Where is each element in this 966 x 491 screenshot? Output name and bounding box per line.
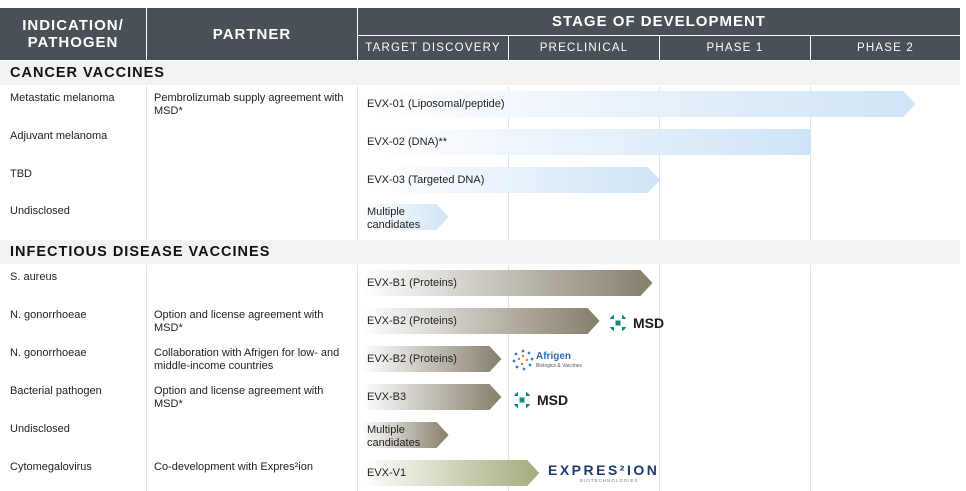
afrigen-logo-subtext: Biologics & Vaccines: [536, 363, 583, 369]
candidate-label: Multiple candidates: [367, 206, 421, 231]
expres2ion-logo-subtext: BIOTECHNOLOGIES: [580, 478, 639, 483]
expres2ion-logo-text: EXPRES²ION: [548, 462, 660, 478]
indication-cell: Undisclosed: [10, 423, 70, 435]
candidate-label: Multiple candidates: [367, 424, 421, 449]
indication-cell: S. aureus: [10, 271, 58, 283]
indication-cell: Bacterial pathogen: [10, 385, 102, 397]
indication-cell: Metastatic melanoma: [10, 92, 115, 104]
msd-logo: MSD: [512, 388, 572, 412]
indication-cell: N. gonorrhoeae: [10, 347, 87, 359]
afrigen-logo: Afrigen Biologics & Vaccines: [511, 348, 583, 374]
partner-cell: Collaboration with Afrigen for low- and …: [154, 347, 340, 372]
partner-cell: Option and license agreement with MSD*: [154, 385, 324, 410]
indication-cell: N. gonorrhoeae: [10, 309, 87, 321]
indication-cell: Cytomegalovirus: [10, 461, 92, 473]
candidate-label: EVX-02 (DNA)**: [367, 136, 448, 148]
afrigen-icon: [512, 349, 534, 371]
candidate-label: EVX-V1: [367, 467, 407, 479]
candidate-label: EVX-B1 (Proteins): [367, 277, 457, 289]
candidate-label: EVX-B3: [367, 391, 407, 403]
expres2ion-logo: EXPRES²ION BIOTECHNOLOGIES: [548, 462, 658, 488]
indication-cell: TBD: [10, 168, 32, 180]
partner-cell: Co-development with Expres²ion: [154, 461, 313, 473]
indication-cell: Undisclosed: [10, 205, 70, 217]
pipeline-chart: [146, 86, 916, 491]
candidate-label: EVX-01 (Liposomal/peptide): [367, 98, 505, 110]
msd-logo-text: MSD: [537, 392, 569, 408]
partner-cell: Option and license agreement with MSD*: [154, 309, 324, 334]
msd-logo: MSD: [608, 311, 668, 335]
indication-cell: Adjuvant melanoma: [10, 130, 108, 142]
msd-logo-text: MSD: [633, 315, 665, 331]
candidate-label: EVX-B2 (Proteins): [367, 315, 457, 327]
partner-cell: Pembrolizumab supply agreement with MSD*: [154, 92, 344, 117]
afrigen-logo-text: Afrigen: [536, 351, 571, 362]
candidate-label: EVX-B2 (Proteins): [367, 353, 457, 365]
candidate-label: EVX-03 (Targeted DNA): [367, 174, 485, 186]
